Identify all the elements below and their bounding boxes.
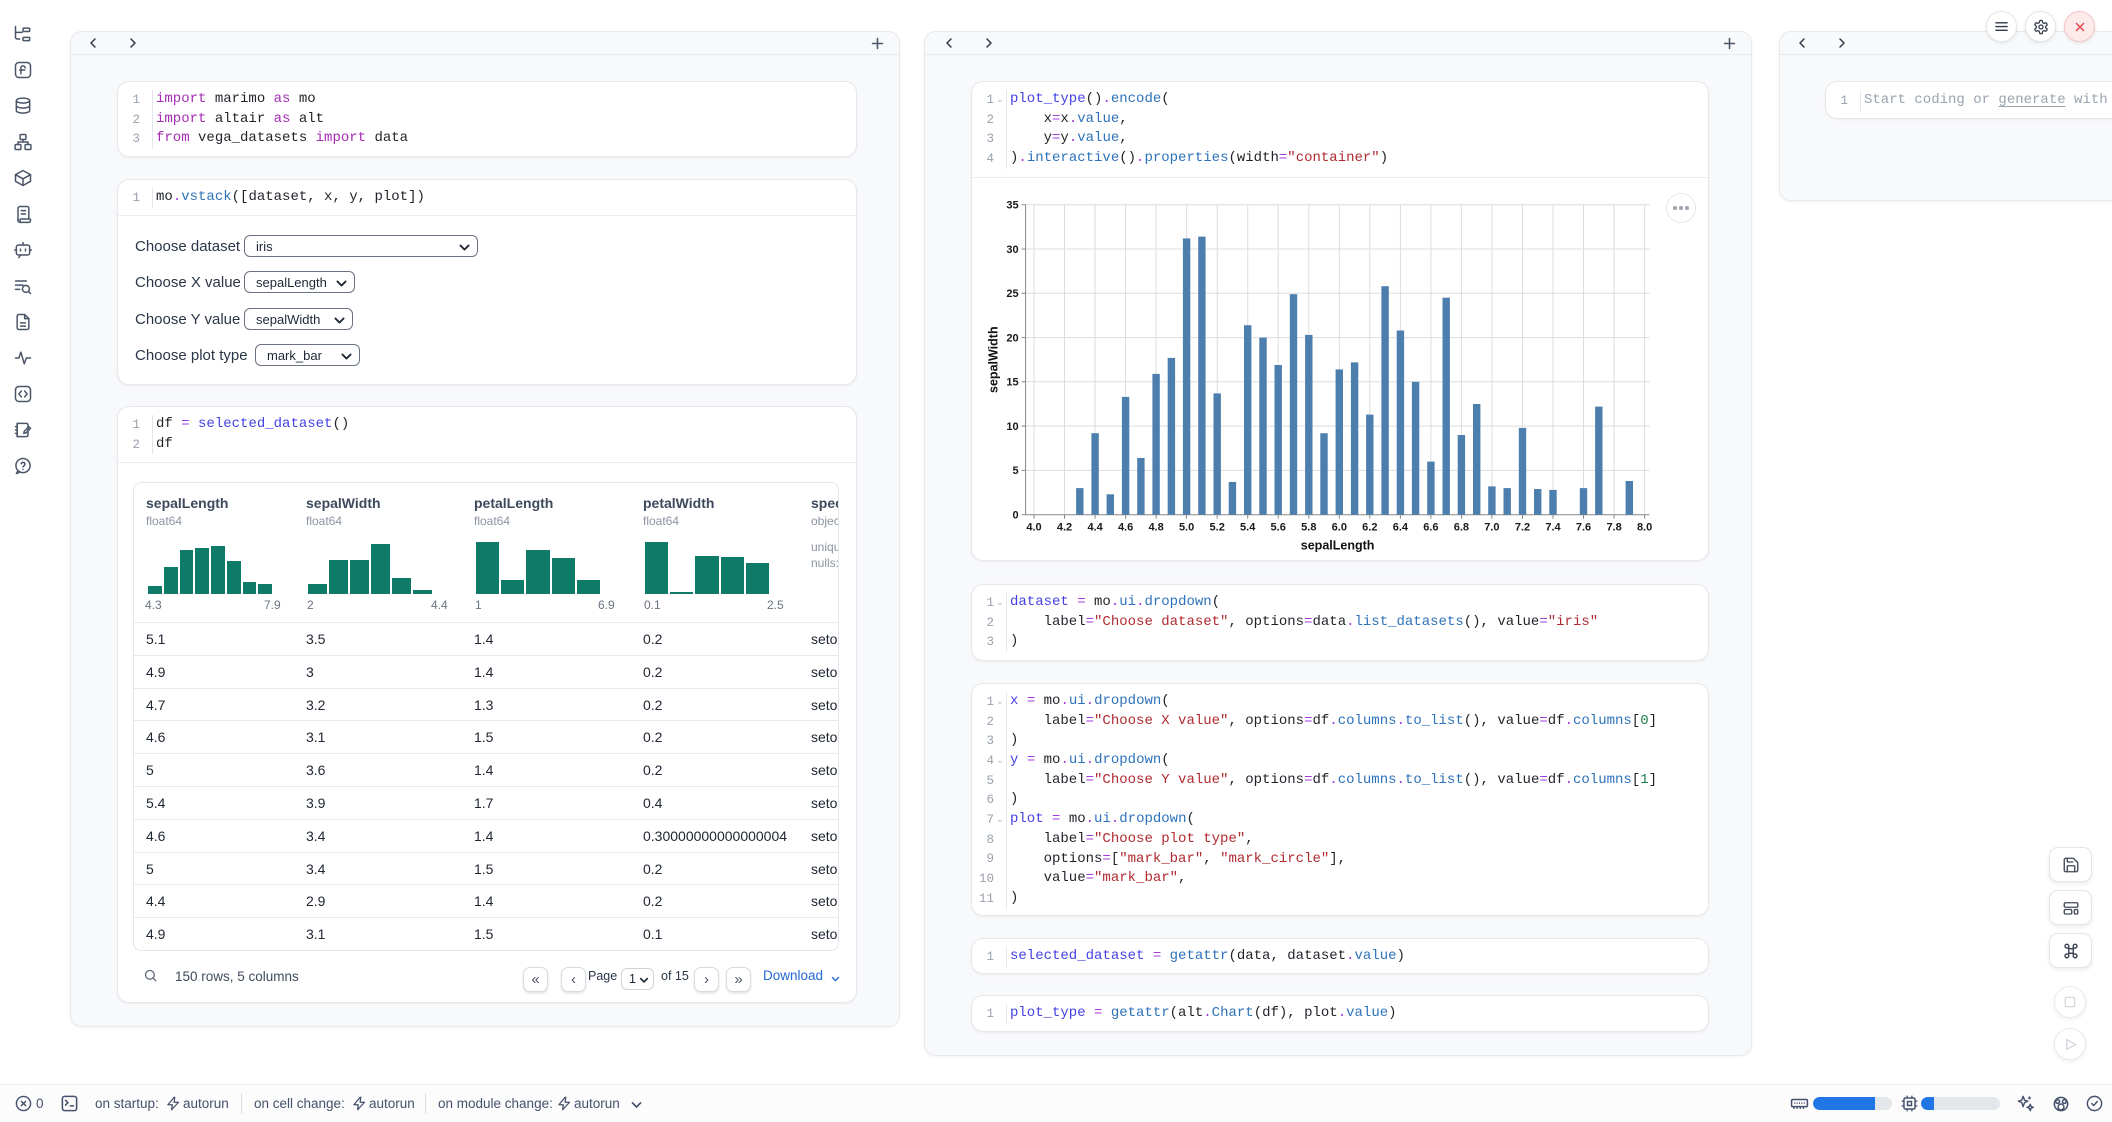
svg-text:6.6: 6.6 [1423,522,1438,534]
svg-text:7.4: 7.4 [1545,522,1561,534]
svg-text:0: 0 [1012,510,1018,522]
svg-text:30: 30 [1006,244,1018,256]
svg-text:7.2: 7.2 [1515,522,1530,534]
svg-text:6.4: 6.4 [1393,522,1409,534]
svg-text:5.6: 5.6 [1271,522,1286,534]
svg-text:5.0: 5.0 [1179,522,1194,534]
svg-text:7.0: 7.0 [1484,522,1499,534]
svg-text:6.2: 6.2 [1362,522,1377,534]
svg-text:15: 15 [1006,377,1018,389]
svg-text:20: 20 [1006,332,1018,344]
svg-text:8.0: 8.0 [1637,522,1652,534]
svg-text:25: 25 [1006,288,1018,300]
svg-text:4.2: 4.2 [1057,522,1072,534]
svg-text:4.4: 4.4 [1087,522,1103,534]
svg-text:6.0: 6.0 [1332,522,1347,534]
svg-text:sepalWidth: sepalWidth [987,326,1001,393]
svg-text:5.2: 5.2 [1210,522,1225,534]
svg-text:4.8: 4.8 [1148,522,1163,534]
svg-text:4.6: 4.6 [1118,522,1133,534]
svg-text:5.8: 5.8 [1301,522,1316,534]
svg-text:7.8: 7.8 [1606,522,1621,534]
svg-text:5: 5 [1012,465,1018,477]
svg-text:7.6: 7.6 [1576,522,1591,534]
svg-text:sepalLength: sepalLength [1301,539,1375,553]
svg-text:5.4: 5.4 [1240,522,1256,534]
svg-text:35: 35 [1006,200,1018,212]
svg-text:6.8: 6.8 [1454,522,1469,534]
svg-text:10: 10 [1006,421,1018,433]
svg-text:4.0: 4.0 [1026,522,1041,534]
